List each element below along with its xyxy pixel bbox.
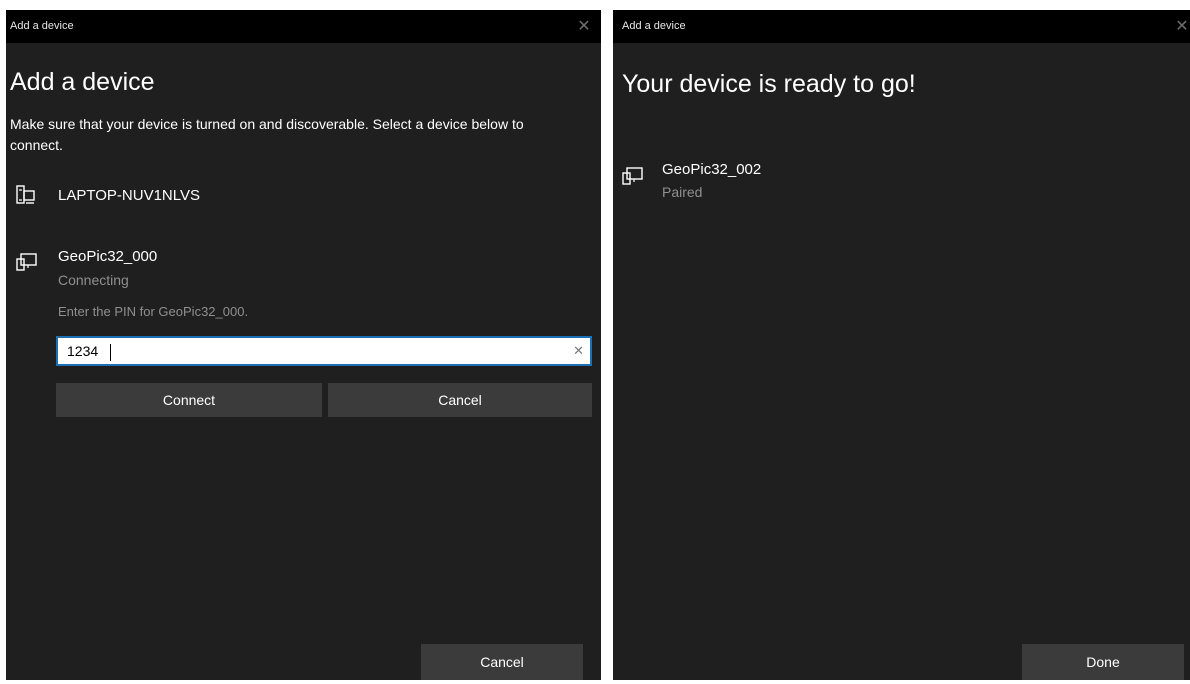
close-icon[interactable]: ✕ xyxy=(1171,16,1190,38)
add-device-dialog: Add a device ✕ Add a device Make sure th… xyxy=(6,10,601,680)
instructions-text: Make sure that your device is turned on … xyxy=(10,116,524,153)
device-icon xyxy=(622,167,643,185)
pin-prompt: Enter the PIN for GeoPic32_000. xyxy=(58,304,249,319)
cancel-button[interactable]: Cancel xyxy=(421,644,583,680)
device-status: Paired xyxy=(662,184,703,200)
window-title: Add a device xyxy=(622,20,686,32)
close-icon[interactable]: ✕ xyxy=(573,16,595,38)
text-caret xyxy=(110,344,111,361)
window-title: Add a device xyxy=(10,20,74,32)
clear-icon[interactable]: ✕ xyxy=(573,343,584,359)
done-button[interactable]: Done xyxy=(1022,644,1184,680)
device-name: LAPTOP-NUV1NLVS xyxy=(58,187,200,204)
title-bar: Add a device ✕ xyxy=(613,10,1190,43)
device-ready-dialog: Add a device ✕ Your device is ready to g… xyxy=(613,10,1190,680)
connect-button[interactable]: Connect xyxy=(56,383,322,417)
page-title: Your device is ready to go! xyxy=(622,70,916,98)
title-bar: Add a device ✕ xyxy=(6,10,601,43)
device-name: GeoPic32_000 xyxy=(58,248,158,265)
inline-cancel-button[interactable]: Cancel xyxy=(328,383,592,417)
device-status: Connecting xyxy=(58,272,129,288)
device-name: GeoPic32_002 xyxy=(662,161,762,178)
pin-input[interactable]: 1234 ✕ xyxy=(56,336,592,366)
computer-icon xyxy=(16,185,35,204)
pin-value: 1234 xyxy=(67,343,99,359)
page-title: Add a device xyxy=(10,68,155,96)
device-icon xyxy=(16,253,37,271)
